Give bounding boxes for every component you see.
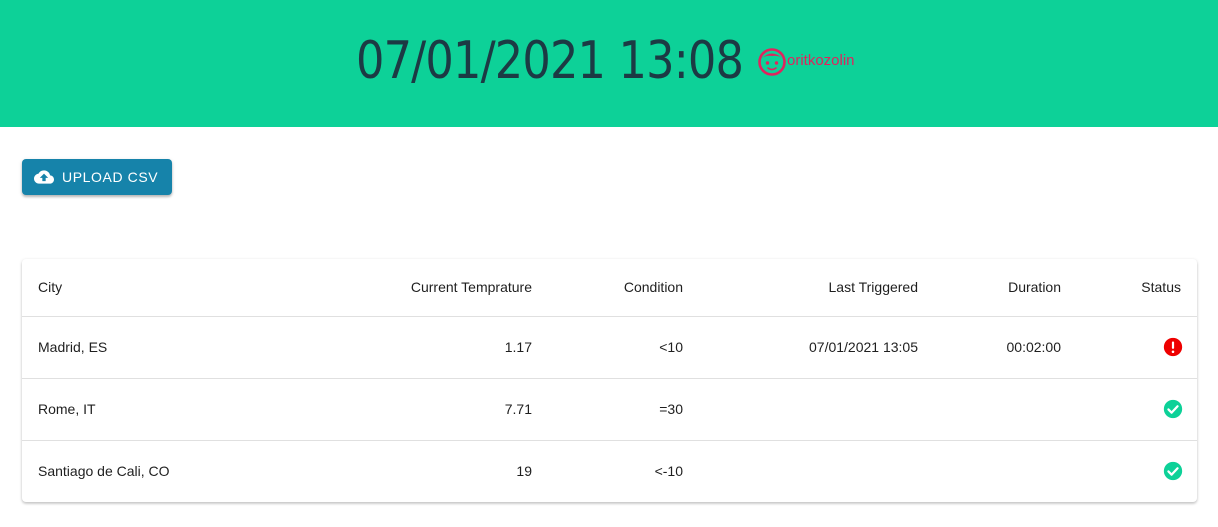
condition-cell: <10: [548, 316, 699, 379]
last-triggered-cell: 07/01/2021 13:05: [699, 316, 934, 379]
check-circle-icon: [1163, 462, 1183, 481]
status-cell: [1077, 316, 1197, 379]
duration-cell: [934, 440, 1077, 502]
app-header: 07/01/2021 13:08 oritkozolin: [0, 0, 1218, 127]
condition-cell: <-10: [654, 463, 683, 480]
status-cell: [1077, 378, 1197, 441]
cloud-upload-icon: [34, 170, 54, 184]
table-header-row: City Current Temprature Condition Last T…: [22, 259, 1197, 317]
face-icon: [758, 48, 786, 76]
table-row[interactable]: Madrid, ES 1.17 <10 07/01/2021 13:05 00:…: [22, 316, 1197, 379]
check-circle-icon: [1163, 399, 1183, 419]
table-row[interactable]: Santiago de Cali, CO 19 <-10: [22, 440, 1197, 502]
city-cell: Santiago de Cali, CO: [38, 463, 170, 480]
column-header-condition[interactable]: Condition: [548, 259, 699, 317]
condition-cell: =30: [548, 378, 699, 441]
column-header-duration[interactable]: Duration: [934, 259, 1077, 317]
temperature-cell: 1.17: [242, 316, 548, 379]
alerts-table: City Current Temprature Condition Last T…: [22, 259, 1197, 502]
username[interactable]: oritkozolin: [787, 52, 855, 69]
upload-csv-label: UPLOAD CSV: [62, 169, 159, 185]
column-header-status[interactable]: Status: [1077, 259, 1197, 317]
temperature-cell: 7.71: [242, 378, 548, 441]
duration-cell: 00:02:00: [934, 316, 1077, 379]
column-header-last-triggered[interactable]: Last Triggered: [699, 259, 934, 317]
last-triggered-cell: [699, 378, 934, 441]
error-icon: [1163, 337, 1183, 357]
column-header-city[interactable]: City: [22, 259, 242, 317]
table-row[interactable]: Rome, IT 7.71 =30: [22, 378, 1197, 441]
temperature-cell: 19: [516, 463, 532, 480]
last-triggered-cell: [699, 440, 934, 502]
duration-cell: [934, 378, 1077, 441]
status-cell: [1077, 440, 1197, 502]
alerts-table-card: City Current Temprature Condition Last T…: [22, 259, 1197, 502]
user-badge[interactable]: oritkozolin: [757, 47, 855, 77]
city-cell: Madrid, ES: [22, 316, 242, 379]
column-header-temperature[interactable]: Current Temprature: [242, 259, 548, 317]
city-cell: Rome, IT: [22, 378, 242, 441]
upload-csv-button[interactable]: UPLOAD CSV: [22, 159, 172, 195]
clock-display: 07/01/2021 13:08: [356, 31, 744, 91]
